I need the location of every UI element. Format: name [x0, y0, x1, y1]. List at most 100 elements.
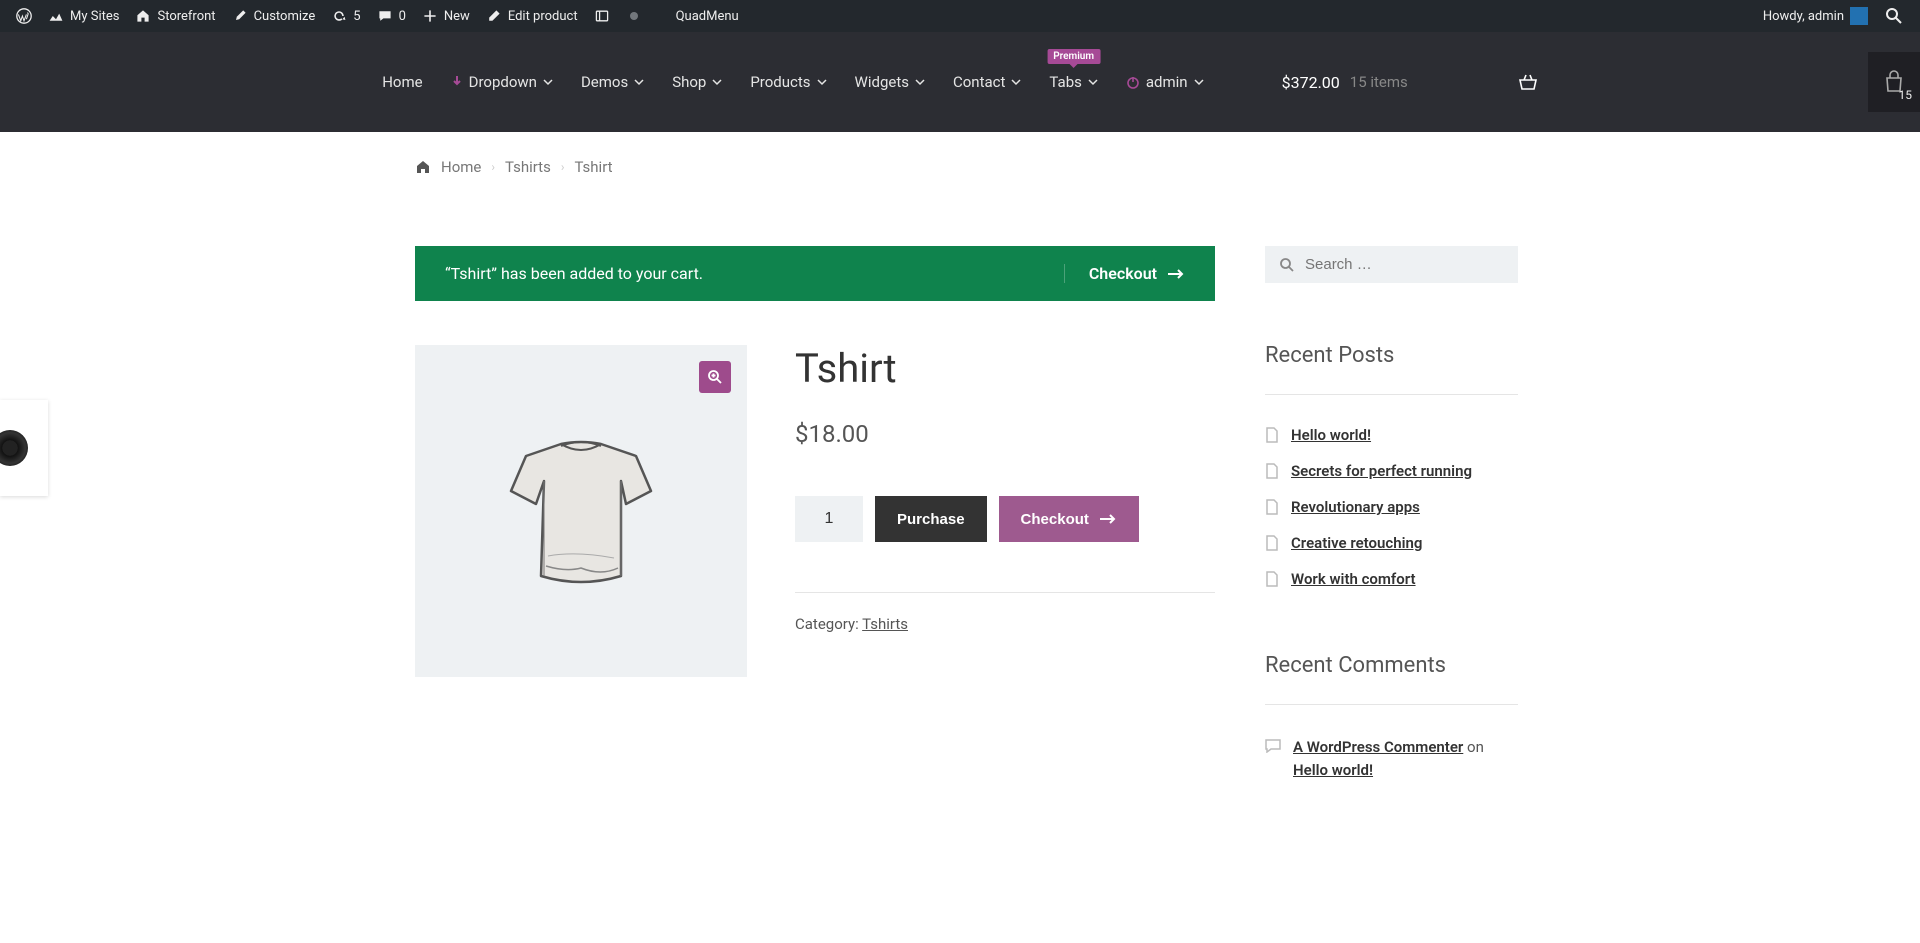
document-icon: [1265, 571, 1279, 587]
sidebar-search[interactable]: [1265, 246, 1518, 283]
floating-cart[interactable]: 15: [1868, 52, 1920, 112]
list-item: Creative retouching: [1265, 525, 1518, 561]
breadcrumb: Home › Tshirts › Tshirt: [415, 132, 1505, 176]
breadcrumb-sep: ›: [491, 160, 495, 174]
post-link[interactable]: Secrets for perfect running: [1291, 462, 1472, 480]
dot-icon: [626, 8, 642, 24]
notice-checkout-button[interactable]: Checkout: [1064, 264, 1185, 283]
header-cart[interactable]: $372.00 15 items: [1282, 73, 1538, 92]
howdy-label: Howdy, admin: [1763, 9, 1844, 24]
cart-total: $372.00: [1282, 73, 1340, 92]
comment-author-link[interactable]: A WordPress Commenter: [1293, 738, 1463, 756]
list-item: Work with comfort: [1265, 561, 1518, 597]
comment-icon: [377, 8, 393, 24]
post-link[interactable]: Hello world!: [1291, 426, 1371, 444]
zoom-button[interactable]: [699, 361, 731, 393]
category-link[interactable]: Tshirts: [862, 615, 908, 633]
edit-label: Edit product: [508, 9, 578, 24]
divider: [1265, 394, 1518, 395]
breadcrumb-sep: ›: [561, 160, 565, 174]
breadcrumb-home[interactable]: Home: [441, 158, 481, 176]
new-label: New: [444, 9, 470, 24]
product-gallery[interactable]: [415, 345, 747, 677]
site-header: Home Dropdown Demos Shop Products Widget…: [0, 32, 1920, 132]
product-image: [466, 396, 696, 626]
nav-widgets[interactable]: Widgets: [855, 73, 925, 91]
site-name[interactable]: Storefront: [127, 0, 223, 32]
breadcrumb-category[interactable]: Tshirts: [505, 158, 551, 176]
search-icon: [1884, 6, 1904, 26]
customize[interactable]: Customize: [224, 0, 324, 32]
nav-admin[interactable]: admin: [1126, 73, 1204, 91]
purchase-button[interactable]: Purchase: [875, 496, 987, 542]
checkout-button[interactable]: Checkout: [999, 496, 1139, 542]
primary-nav: Home Dropdown Demos Shop Products Widget…: [382, 73, 1538, 92]
post-link[interactable]: Work with comfort: [1291, 570, 1416, 588]
edit-product[interactable]: Edit product: [478, 0, 586, 32]
plugin-item-1[interactable]: [586, 0, 618, 32]
product-title: Tshirt: [795, 345, 1215, 392]
comments-admin[interactable]: 0: [369, 0, 414, 32]
widget-title: Recent Comments: [1265, 653, 1518, 678]
recent-comments-widget: Recent Comments A WordPress Commenter on…: [1265, 653, 1518, 790]
updates-count: 5: [353, 9, 360, 24]
product-summary: Tshirt $18.00 Purchase Checkout Category…: [795, 345, 1215, 677]
floating-cart-count: 15: [1899, 88, 1913, 102]
divider: [1265, 704, 1518, 705]
comment-text: A WordPress Commenter on Hello world!: [1293, 736, 1518, 781]
document-icon: [1265, 463, 1279, 479]
comment-post-link[interactable]: Hello world!: [1293, 761, 1373, 779]
home-icon: [415, 159, 431, 175]
search-input[interactable]: [1305, 256, 1504, 273]
chevron-down-icon: [634, 77, 644, 87]
admin-search[interactable]: [1876, 0, 1912, 32]
turn-down-icon: [451, 75, 463, 89]
list-item: Revolutionary apps: [1265, 489, 1518, 525]
post-link[interactable]: Creative retouching: [1291, 534, 1422, 552]
sidebar: Recent Posts Hello world! Secrets for pe…: [1265, 246, 1518, 790]
chevron-down-icon: [915, 77, 925, 87]
cart-items-count: 15 items: [1350, 73, 1408, 91]
plugin-item-2[interactable]: [618, 0, 650, 32]
quantity-input[interactable]: [795, 496, 863, 542]
nav-shop[interactable]: Shop: [672, 73, 722, 91]
nav-contact[interactable]: Contact: [953, 73, 1021, 91]
chevron-down-icon: [543, 77, 553, 87]
added-to-cart-notice: “Tshirt” has been added to your cart. Ch…: [415, 246, 1215, 301]
brush-icon: [232, 8, 248, 24]
document-icon: [1265, 535, 1279, 551]
post-link[interactable]: Revolutionary apps: [1291, 498, 1420, 516]
category-label: Category:: [795, 615, 862, 633]
list-item: Secrets for perfect running: [1265, 453, 1518, 489]
quadmenu-label: QuadMenu: [676, 9, 739, 24]
chevron-down-icon: [712, 77, 722, 87]
nav-demos[interactable]: Demos: [581, 73, 644, 91]
zoom-icon: [707, 369, 723, 385]
card-icon: [594, 8, 610, 24]
prev-product-float[interactable]: [0, 400, 48, 496]
premium-badge: Premium: [1047, 49, 1100, 64]
chevron-down-icon: [1088, 77, 1098, 87]
plus-icon: [422, 8, 438, 24]
product: Tshirt $18.00 Purchase Checkout Category…: [415, 345, 1215, 677]
nav-home[interactable]: Home: [382, 73, 422, 91]
quadmenu-admin[interactable]: QuadMenu: [668, 0, 747, 32]
updates[interactable]: 5: [323, 0, 368, 32]
document-icon: [1265, 499, 1279, 515]
new-content[interactable]: New: [414, 0, 478, 32]
my-sites-label: My Sites: [70, 9, 119, 24]
pencil-icon: [486, 8, 502, 24]
list-item: Hello world!: [1265, 417, 1518, 453]
multisite-icon: [48, 8, 64, 24]
my-account[interactable]: Howdy, admin: [1755, 0, 1876, 32]
nav-tabs[interactable]: Premium Tabs: [1049, 73, 1097, 91]
my-sites[interactable]: My Sites: [40, 0, 127, 32]
recent-posts-widget: Recent Posts Hello world! Secrets for pe…: [1265, 343, 1518, 597]
wp-logo[interactable]: [8, 0, 40, 32]
breadcrumb-current: Tshirt: [574, 158, 612, 176]
nav-products[interactable]: Products: [750, 73, 826, 91]
arrow-right-icon: [1099, 514, 1117, 524]
update-icon: [331, 8, 347, 24]
comment-icon: [1265, 739, 1281, 753]
nav-dropdown[interactable]: Dropdown: [451, 73, 553, 91]
